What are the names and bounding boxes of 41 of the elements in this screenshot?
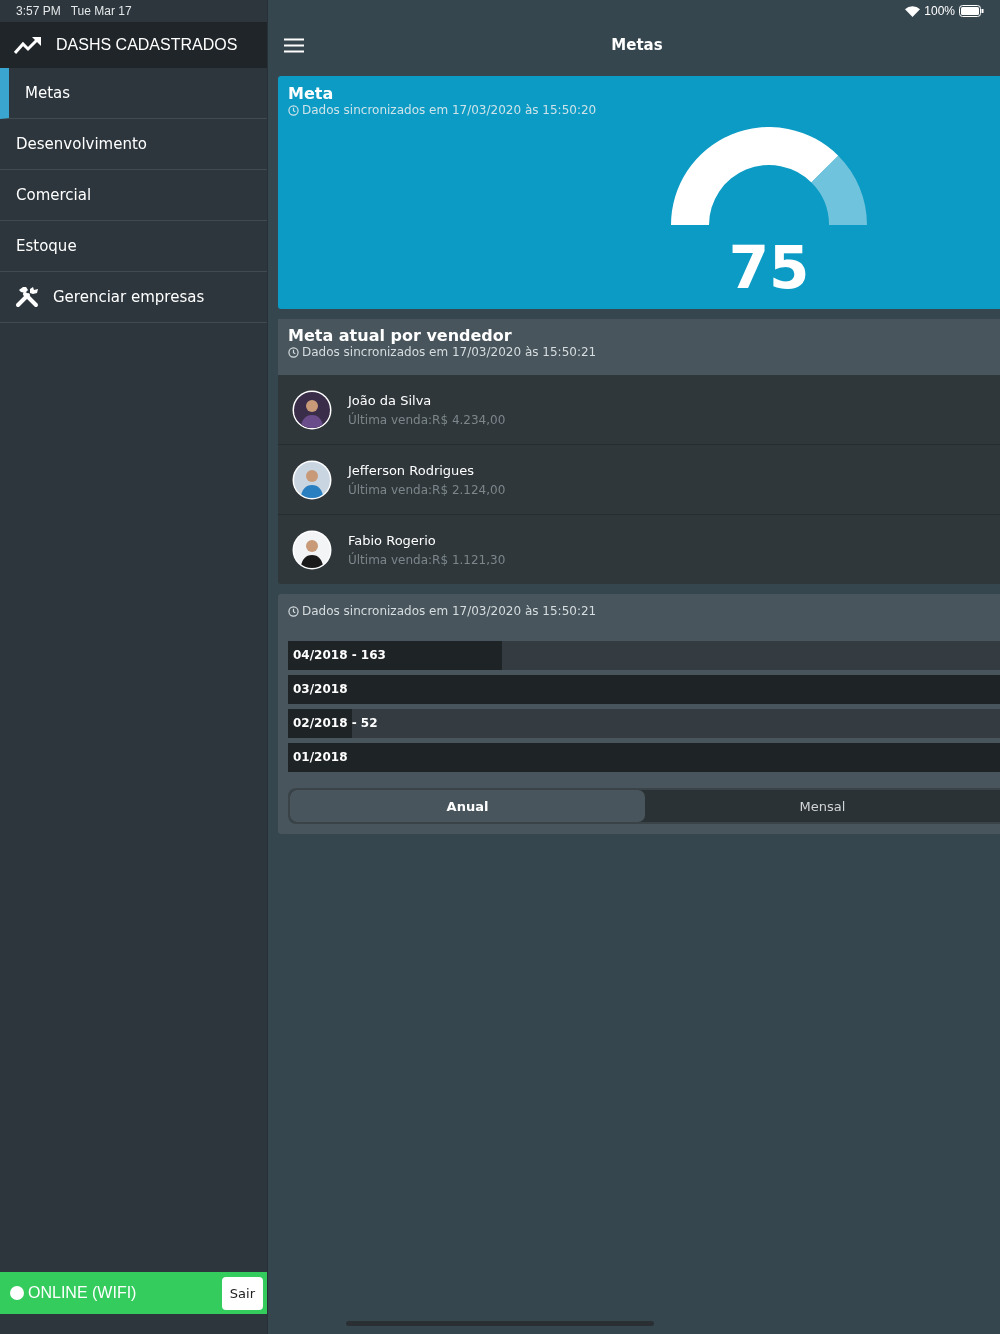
clock-icon: [288, 346, 299, 358]
card-title: Meta atual por vendedor: [288, 326, 513, 345]
segment-tab[interactable]: Mensal: [645, 790, 1000, 822]
status-dot-icon: [10, 1286, 24, 1300]
bar-label: 03/2018: [292, 681, 349, 698]
seller-name: João da Silva: [348, 392, 433, 408]
gauge-value: 75: [728, 239, 810, 297]
seller-row[interactable]: João da Silva Última venda:R$ 4.234,00: [278, 375, 1000, 445]
sidebar-item[interactable]: Desenvolvimento: [0, 119, 267, 170]
battery-percent: 100%: [924, 4, 955, 18]
bar-label: 01/2018: [292, 749, 349, 766]
sidebar-item[interactable]: Estoque: [0, 221, 267, 272]
bar-label: 02/2018 - 52: [292, 715, 379, 732]
seller-name: Jefferson Rodrigues: [348, 462, 476, 478]
seller-row[interactable]: Fabio Rogerio Última venda:R$ 1.121,30: [278, 515, 1000, 584]
sidebar-item[interactable]: Comercial: [0, 170, 267, 221]
battery-icon: [959, 5, 984, 17]
sync-text: Dados sincronizados em 17/03/2020 às 15:50:21: [302, 604, 597, 618]
logout-button[interactable]: Sair: [221, 1276, 263, 1310]
trend-up-icon: [14, 36, 42, 54]
status-time: 3:57 PM: [16, 4, 61, 18]
last-sale: Última venda:R$ 1.121,30: [348, 552, 506, 567]
last-sale: Última venda:R$ 2.124,00: [348, 482, 506, 497]
clock-icon: [288, 104, 299, 116]
card-title: Meta: [288, 84, 335, 103]
sync-text: Dados sincronizados em 17/03/2020 às 15:50:20: [302, 103, 597, 117]
connection-status: ONLINE (WIFI): [28, 1284, 138, 1302]
last-sale: Última venda:R$ 4.234,00: [348, 412, 506, 427]
bar-label: 04/2018 - 163: [292, 647, 387, 664]
sync-text: Dados sincronizados em 17/03/2020 às 15:50:21: [302, 345, 597, 359]
sidebar-title: DASHS CADASTRADOS: [56, 36, 238, 54]
seller-name: Fabio Rogerio: [348, 532, 437, 548]
clock-icon: [288, 605, 299, 617]
sidebar-item[interactable]: Gerenciar empresas: [0, 272, 267, 323]
status-date: Tue Mar 17: [70, 4, 132, 18]
menu-icon[interactable]: [284, 37, 304, 53]
seller-row[interactable]: Jefferson Rodrigues Última venda:R$ 2.124,00: [278, 445, 1000, 515]
segment-tab[interactable]: Anual: [290, 790, 645, 822]
wifi-icon: [905, 5, 921, 17]
page-title: Metas: [610, 36, 664, 54]
tools-icon: [14, 284, 40, 310]
